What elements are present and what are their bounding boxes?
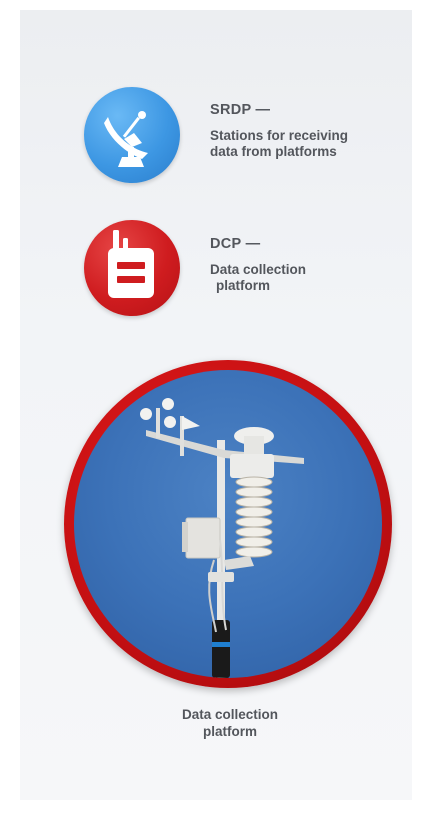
dcp-description-line1: Data collection [210, 262, 307, 277]
satellite-dish-icon [84, 87, 180, 183]
dcp-description-line2: platform [216, 278, 270, 293]
dcp-abbreviation: DCP — [210, 236, 261, 252]
srdp-description-line2: data from platforms [210, 144, 337, 159]
srdp-description: Stations for receiving data from platfor… [210, 128, 410, 160]
srdp-description-line1: Stations for receiving [210, 128, 349, 143]
photo-caption-line1: Data collection [181, 707, 279, 722]
photo-caption-line2: platform [203, 724, 257, 739]
dcp-description: Data collection platform [210, 262, 390, 294]
photo-frame [64, 360, 392, 688]
srdp-legend-text: SRDP — Stations for receiving data from … [210, 102, 410, 160]
radio-transmitter-icon [84, 220, 180, 316]
weather-station-photo [74, 370, 382, 678]
dcp-legend-text: DCP — Data collection platform [210, 236, 390, 294]
photo-caption: Data collection platform [140, 706, 320, 740]
srdp-abbreviation: SRDP — [210, 102, 271, 118]
